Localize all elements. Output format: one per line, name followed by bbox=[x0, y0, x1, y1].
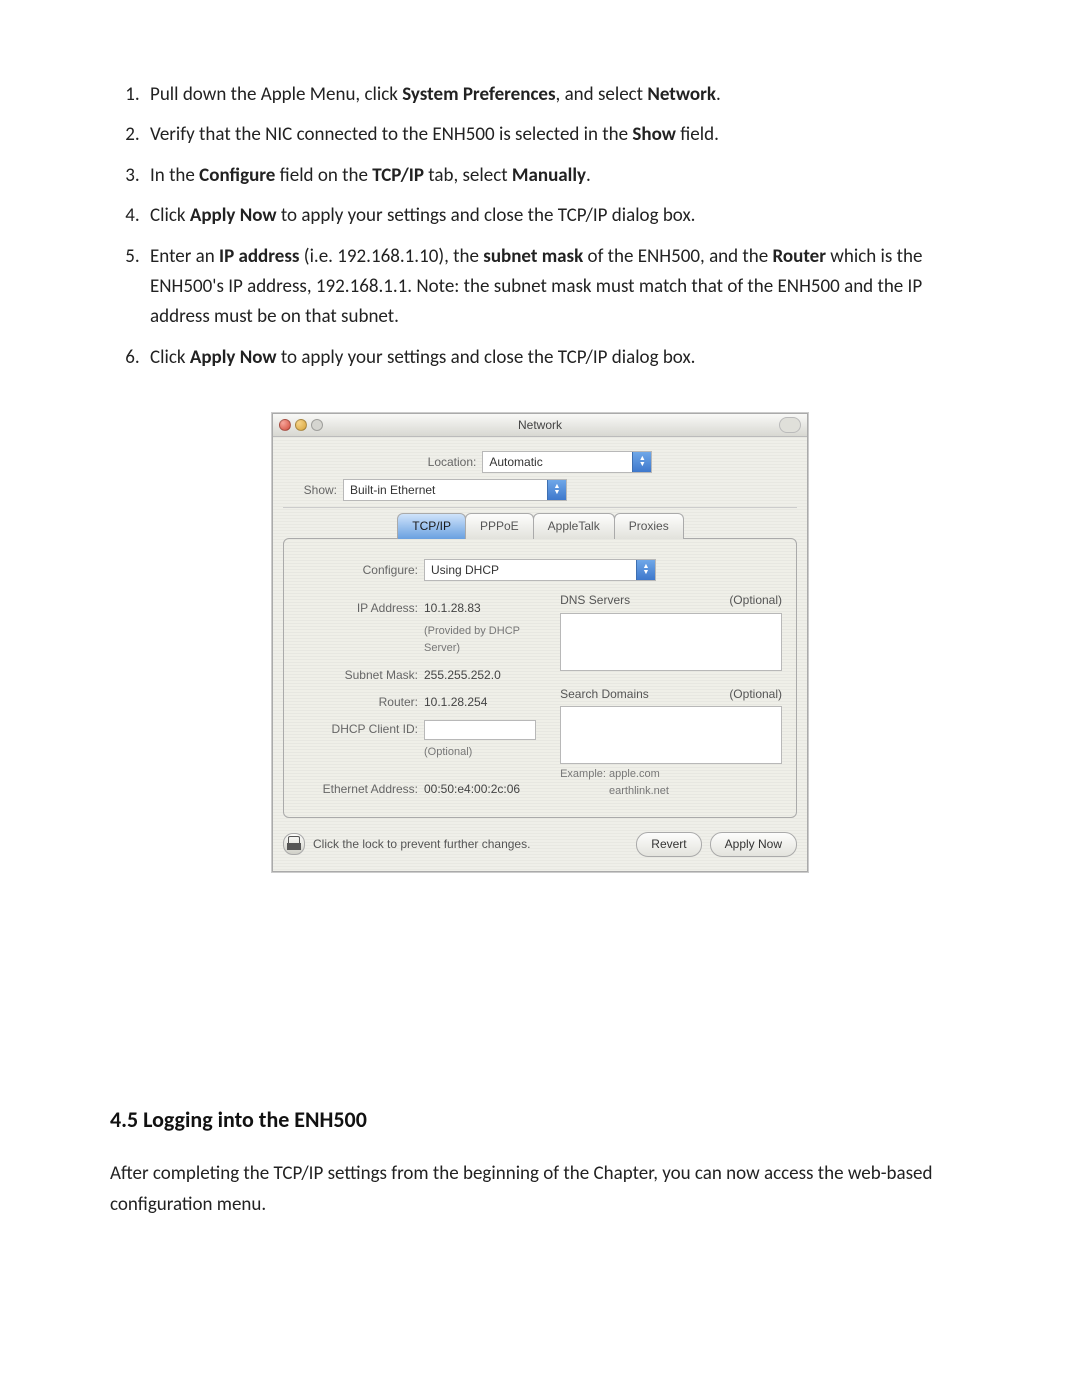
dns-servers-input[interactable] bbox=[560, 613, 782, 671]
instruction-item: Click Apply Now to apply your settings a… bbox=[144, 343, 970, 373]
text: Click bbox=[150, 346, 190, 369]
apply-now-button[interactable]: Apply Now bbox=[710, 832, 797, 857]
location-label: Location: bbox=[428, 453, 483, 472]
tab-tcpip[interactable]: TCP/IP bbox=[397, 513, 466, 539]
bold: Network bbox=[647, 83, 716, 106]
show-select[interactable]: Built-in Ethernet ▲▼ bbox=[343, 479, 567, 501]
bold: Router bbox=[773, 245, 826, 268]
optional-label: (Optional) bbox=[729, 685, 782, 704]
text: to apply your settings and close the TCP… bbox=[277, 346, 696, 369]
search-domains-input[interactable] bbox=[560, 706, 782, 764]
dhcp-client-label: DHCP Client ID: bbox=[298, 720, 424, 739]
subnet-value: 255.255.252.0 bbox=[424, 666, 501, 685]
text: Verify that the NIC connected to the ENH… bbox=[150, 123, 632, 146]
text: of the ENH500, and the bbox=[583, 245, 772, 268]
subnet-label: Subnet Mask: bbox=[298, 666, 424, 685]
text: (i.e. 192.168.1.10), the bbox=[300, 245, 484, 268]
text: . bbox=[716, 83, 721, 106]
show-label: Show: bbox=[283, 481, 343, 500]
bold: Apply Now bbox=[190, 346, 277, 369]
dhcp-client-optional: (Optional) bbox=[424, 744, 542, 762]
instruction-item: Click Apply Now to apply your settings a… bbox=[144, 201, 970, 231]
ip-value: 10.1.28.83 bbox=[424, 599, 481, 618]
text: Enter an bbox=[150, 245, 219, 268]
dns-label: DNS Servers bbox=[560, 591, 630, 610]
instruction-item: Enter an IP address (i.e. 192.168.1.10),… bbox=[144, 242, 970, 333]
configure-label: Configure: bbox=[298, 561, 424, 580]
section-body: After completing the TCP/IP settings fro… bbox=[110, 1159, 970, 1220]
optional-label: (Optional) bbox=[729, 591, 782, 610]
chevron-updown-icon: ▲▼ bbox=[547, 480, 566, 500]
tab-pppoe[interactable]: PPPoE bbox=[465, 513, 534, 539]
chevron-updown-icon: ▲▼ bbox=[632, 452, 651, 472]
bold: Configure bbox=[199, 164, 275, 187]
example-label: Example: bbox=[560, 768, 606, 780]
location-select[interactable]: Automatic ▲▼ bbox=[482, 451, 652, 473]
window-title: Network bbox=[273, 416, 807, 435]
bold: subnet mask bbox=[483, 245, 583, 268]
tab-appletalk[interactable]: AppleTalk bbox=[533, 513, 615, 539]
select-value: Using DHCP bbox=[431, 561, 499, 580]
bold: System Preferences bbox=[402, 83, 555, 106]
bold: Show bbox=[632, 123, 676, 146]
titlebar: Network bbox=[273, 414, 807, 437]
ip-provided-note: (Provided by DHCP Server) bbox=[424, 623, 542, 658]
instruction-item: Verify that the NIC connected to the ENH… bbox=[144, 120, 970, 150]
instruction-item: In the Configure field on the TCP/IP tab… bbox=[144, 161, 970, 191]
bold: IP address bbox=[219, 245, 300, 268]
ethernet-value: 00:50:e4:00:2c:06 bbox=[424, 780, 520, 799]
instruction-item: Pull down the Apple Menu, click System P… bbox=[144, 80, 970, 110]
text: field. bbox=[676, 123, 719, 146]
select-value: Automatic bbox=[489, 453, 542, 472]
dhcp-client-input[interactable] bbox=[424, 720, 536, 740]
text: to apply your settings and close the TCP… bbox=[277, 204, 696, 227]
revert-button[interactable]: Revert bbox=[636, 832, 701, 857]
search-domains-label: Search Domains bbox=[560, 685, 649, 704]
text: , and select bbox=[556, 83, 648, 106]
bold: TCP/IP bbox=[372, 164, 424, 187]
tab-proxies[interactable]: Proxies bbox=[614, 513, 684, 539]
text: . bbox=[586, 164, 591, 187]
text: Pull down the Apple Menu, click bbox=[150, 83, 402, 106]
tab-content: Configure: Using DHCP ▲▼ IP Address:10.1… bbox=[283, 538, 797, 818]
router-value: 10.1.28.254 bbox=[424, 693, 487, 712]
text: field on the bbox=[275, 164, 372, 187]
instruction-list: Pull down the Apple Menu, click System P… bbox=[110, 80, 970, 373]
network-window: Network Location: Automatic ▲▼ Show: Bui… bbox=[272, 413, 808, 872]
toolbar-toggle-icon[interactable] bbox=[779, 417, 801, 433]
configure-select[interactable]: Using DHCP ▲▼ bbox=[424, 559, 656, 581]
lock-message: Click the lock to prevent further change… bbox=[313, 835, 530, 854]
text: tab, select bbox=[424, 164, 512, 187]
text: Click bbox=[150, 204, 190, 227]
lock-icon[interactable] bbox=[283, 833, 305, 855]
section-heading: 4.5 Logging into the ENH500 bbox=[110, 1102, 970, 1137]
chevron-updown-icon: ▲▼ bbox=[636, 560, 655, 580]
router-label: Router: bbox=[298, 693, 424, 712]
text: In the bbox=[150, 164, 199, 187]
bold: Apply Now bbox=[190, 204, 277, 227]
bold: Manually bbox=[512, 164, 586, 187]
ip-label: IP Address: bbox=[298, 599, 424, 618]
ethernet-label: Ethernet Address: bbox=[298, 780, 424, 799]
example-value: apple.com earthlink.net bbox=[609, 766, 669, 801]
tab-bar: TCP/IP PPPoE AppleTalk Proxies bbox=[283, 513, 797, 539]
select-value: Built-in Ethernet bbox=[350, 481, 435, 500]
